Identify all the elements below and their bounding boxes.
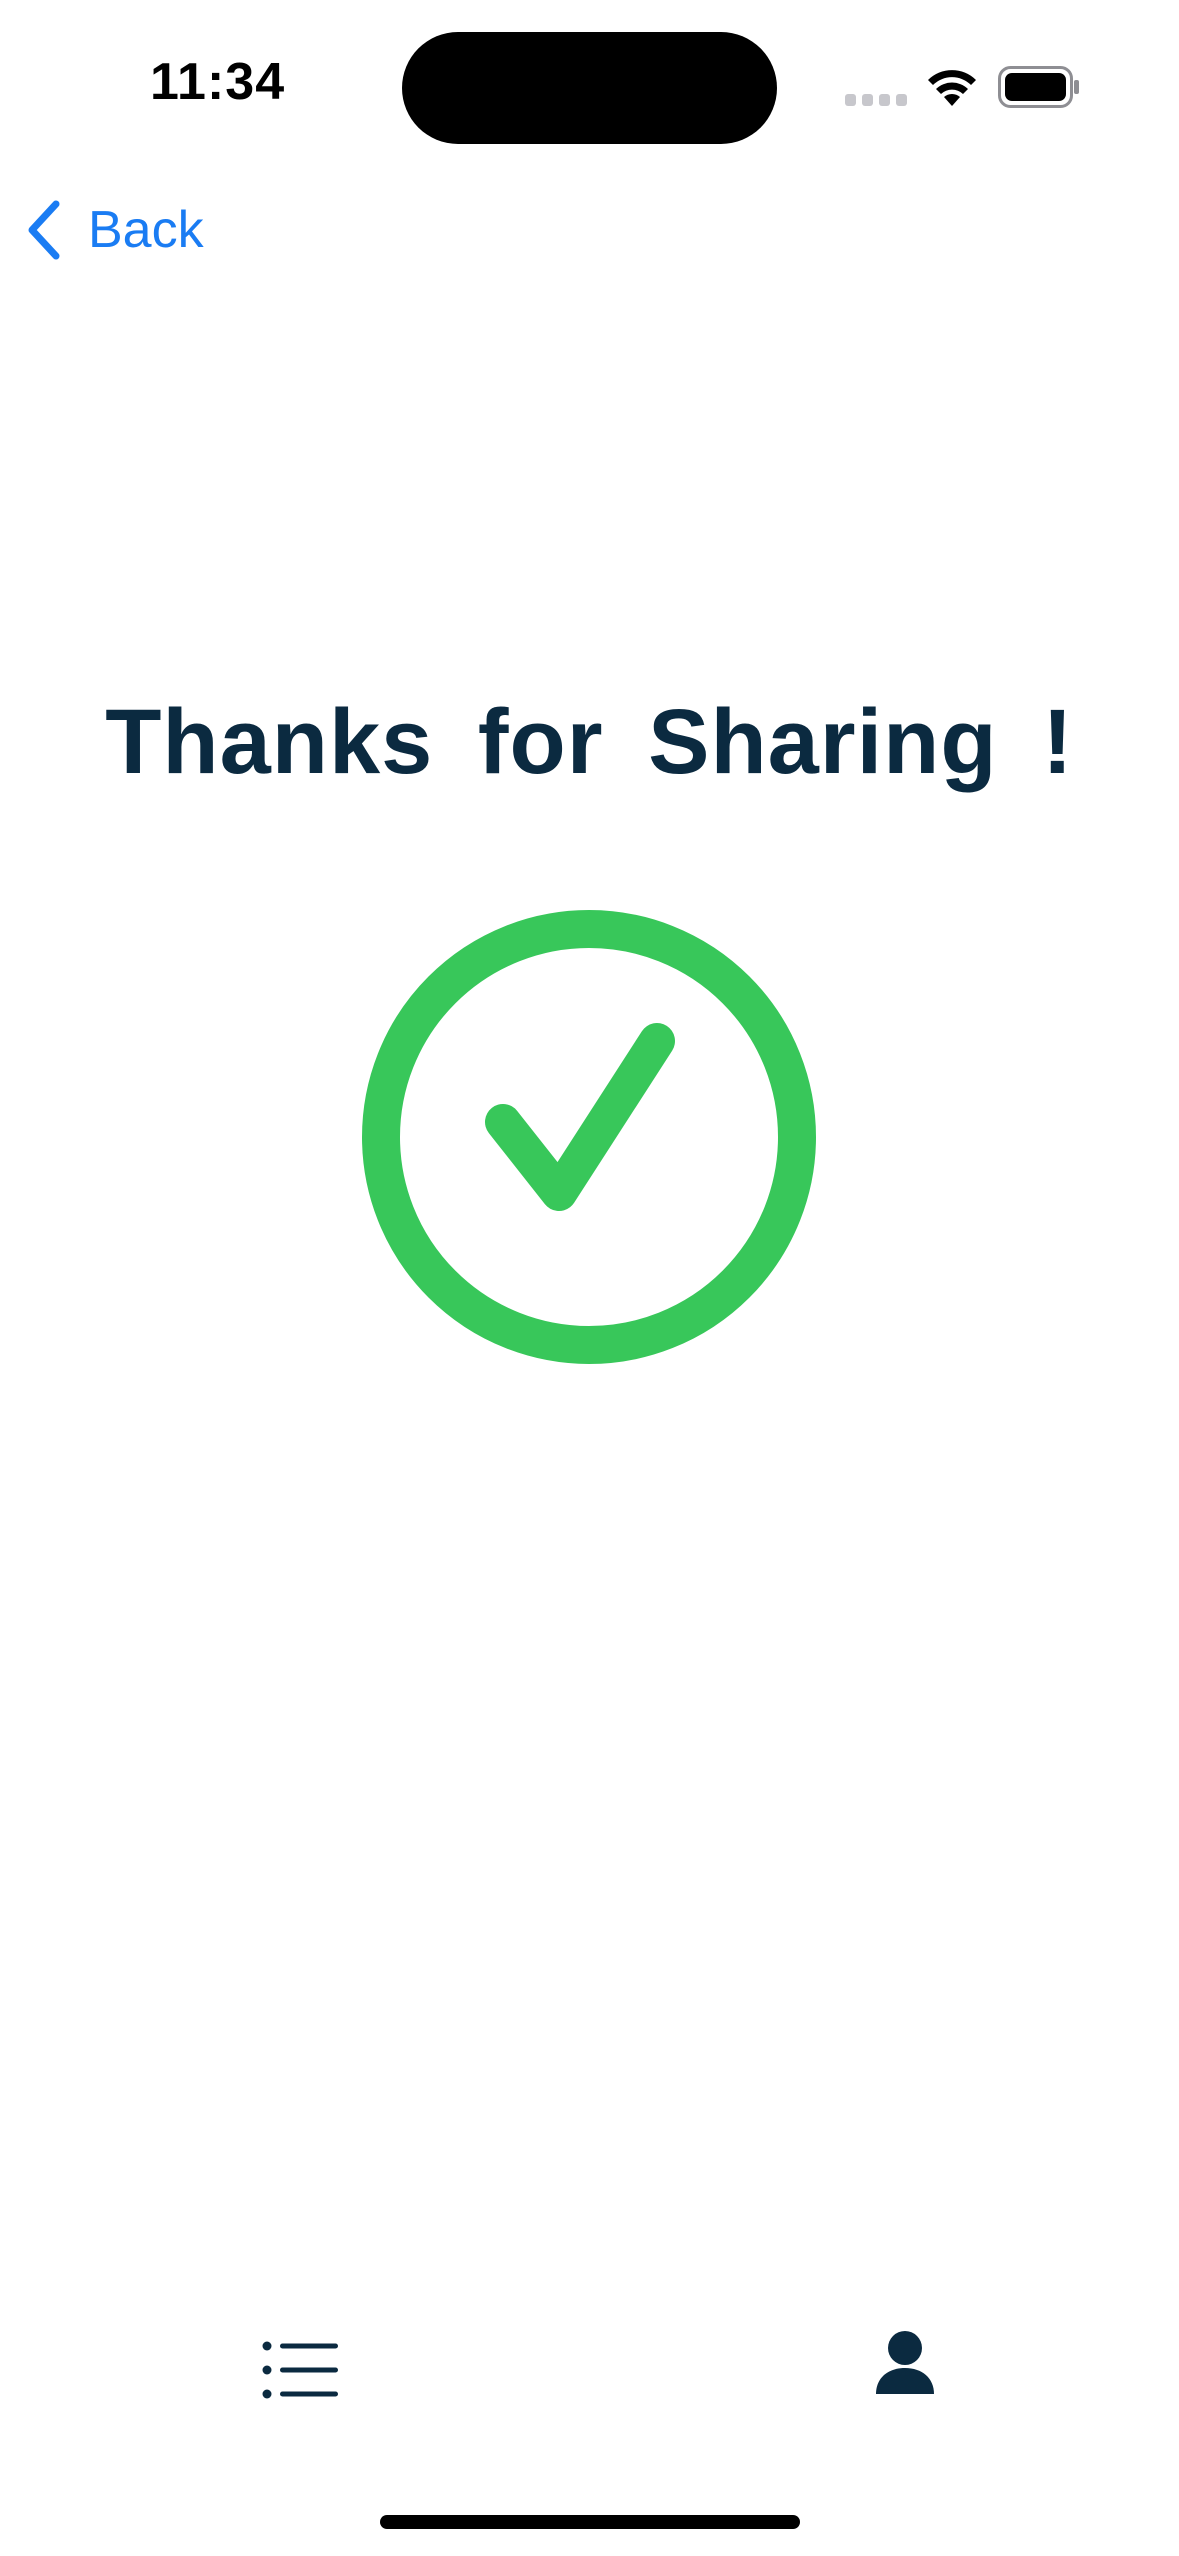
status-bar: 11:34 [0, 0, 1179, 170]
signal-dots-icon [845, 94, 907, 106]
person-icon[interactable] [874, 2330, 936, 2396]
page-title: Thanks for Sharing ! [105, 691, 1074, 793]
check-circle-icon [362, 910, 816, 1364]
status-time: 11:34 [150, 53, 286, 111]
dynamic-island [402, 32, 777, 144]
tab-bar [0, 2300, 1179, 2460]
list-icon[interactable] [262, 2340, 338, 2400]
battery-icon [998, 66, 1079, 108]
back-label: Back [88, 201, 204, 259]
home-indicator [380, 2515, 800, 2529]
wifi-icon [928, 70, 976, 106]
back-button[interactable]: Back [22, 190, 204, 270]
chevron-left-icon [28, 200, 60, 260]
